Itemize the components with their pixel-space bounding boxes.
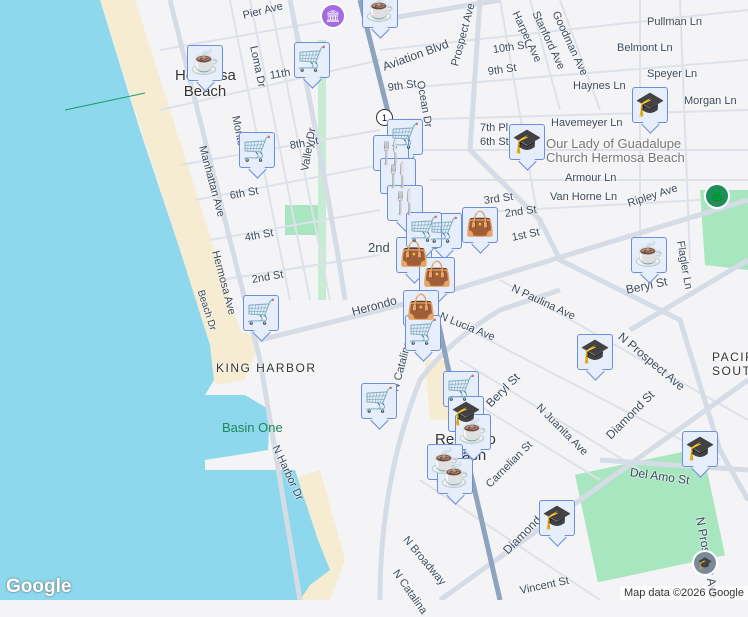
school-icon: 🎓 — [635, 91, 665, 118]
school-icon: 🎓 — [685, 435, 715, 462]
coffee-icon: ☕ — [634, 241, 664, 268]
school-marker[interactable]: 🎓 — [682, 431, 718, 467]
coffee-marker[interactable]: ☕ — [187, 45, 223, 81]
street-label: Haynes Ln — [573, 80, 626, 92]
coffee-icon: ☕ — [458, 418, 488, 445]
street-label: 6th St — [480, 136, 509, 148]
street-label: Havemeyer Ln — [551, 117, 623, 129]
cart-icon: 🛒 — [409, 216, 439, 243]
school-marker[interactable]: 🎓 — [632, 87, 668, 123]
bag-marker[interactable]: 👜 — [462, 207, 498, 243]
cart-icon: 🛒 — [297, 46, 327, 73]
cart-marker[interactable]: 🛒 — [405, 315, 441, 351]
google-logo: Google — [6, 576, 72, 597]
street-label: Armour Ln — [565, 172, 617, 184]
bag-icon: 👜 — [406, 294, 436, 321]
cart-icon: 🛒 — [364, 387, 394, 414]
park-tree-icon[interactable]: 🌲 — [704, 183, 730, 209]
school-marker[interactable]: 🎓 — [509, 124, 545, 160]
cart-icon: 🛒 — [242, 136, 272, 163]
coffee-icon: ☕ — [190, 49, 220, 76]
school-icon: 🎓 — [542, 504, 572, 531]
coffee-icon: ☕ — [440, 462, 470, 489]
restaurant-icon: 🍴 — [390, 189, 420, 216]
street-label: Van Horne Ln — [550, 191, 618, 203]
street-label: Pullman Ln — [647, 16, 703, 28]
museum-icon[interactable]: 🏛 — [320, 3, 346, 29]
bag-icon: 👜 — [465, 211, 495, 238]
ocean — [0, 0, 330, 600]
area-label: PACIFIC SOUTH — [712, 350, 748, 378]
street-label: 7th Pl — [480, 122, 509, 134]
cart-marker[interactable]: 🛒 — [294, 42, 330, 78]
school-marker[interactable]: 🎓 — [539, 500, 575, 536]
coffee-icon: ☕ — [365, 0, 395, 23]
area-label: KING HARBOR — [216, 361, 317, 375]
bag-icon: 👜 — [422, 261, 452, 288]
cart-marker[interactable]: 🛒 — [243, 295, 279, 331]
school-marker[interactable]: 🎓 — [577, 334, 613, 370]
school-icon: 🎓 — [512, 128, 542, 155]
street-label: 2nd — [368, 240, 390, 255]
street-label: Belmont Ln — [617, 42, 673, 54]
cart-icon: 🛒 — [246, 299, 276, 326]
restaurant-icon: 🍴 — [383, 162, 413, 189]
coffee-marker[interactable]: ☕ — [455, 414, 491, 450]
street-label: Speyer Ln — [647, 68, 698, 80]
cart-marker[interactable]: 🛒 — [361, 383, 397, 419]
street-label: Morgan Ln — [684, 95, 737, 107]
bag-marker[interactable]: 👜 — [419, 257, 455, 293]
coffee-marker[interactable]: ☕ — [631, 237, 667, 273]
cart-marker[interactable]: 🛒 — [239, 132, 275, 168]
coffee-marker[interactable]: ☕ — [437, 458, 473, 494]
poi-church-label[interactable]: Our Lady of Guadalupe Church Hermosa Bea… — [546, 137, 706, 165]
school-icon: 🎓 — [580, 338, 610, 365]
map-credit[interactable]: Map data ©2026 Google — [619, 586, 748, 600]
water-label: Basin One — [222, 420, 283, 435]
cart-icon: 🛒 — [408, 319, 438, 346]
cart-marker[interactable]: 🛒 — [406, 212, 442, 248]
cart-icon: 🛒 — [446, 375, 476, 402]
school-poi-icon[interactable]: 🎓 — [692, 550, 718, 576]
coffee-marker[interactable]: ☕ — [362, 0, 398, 28]
